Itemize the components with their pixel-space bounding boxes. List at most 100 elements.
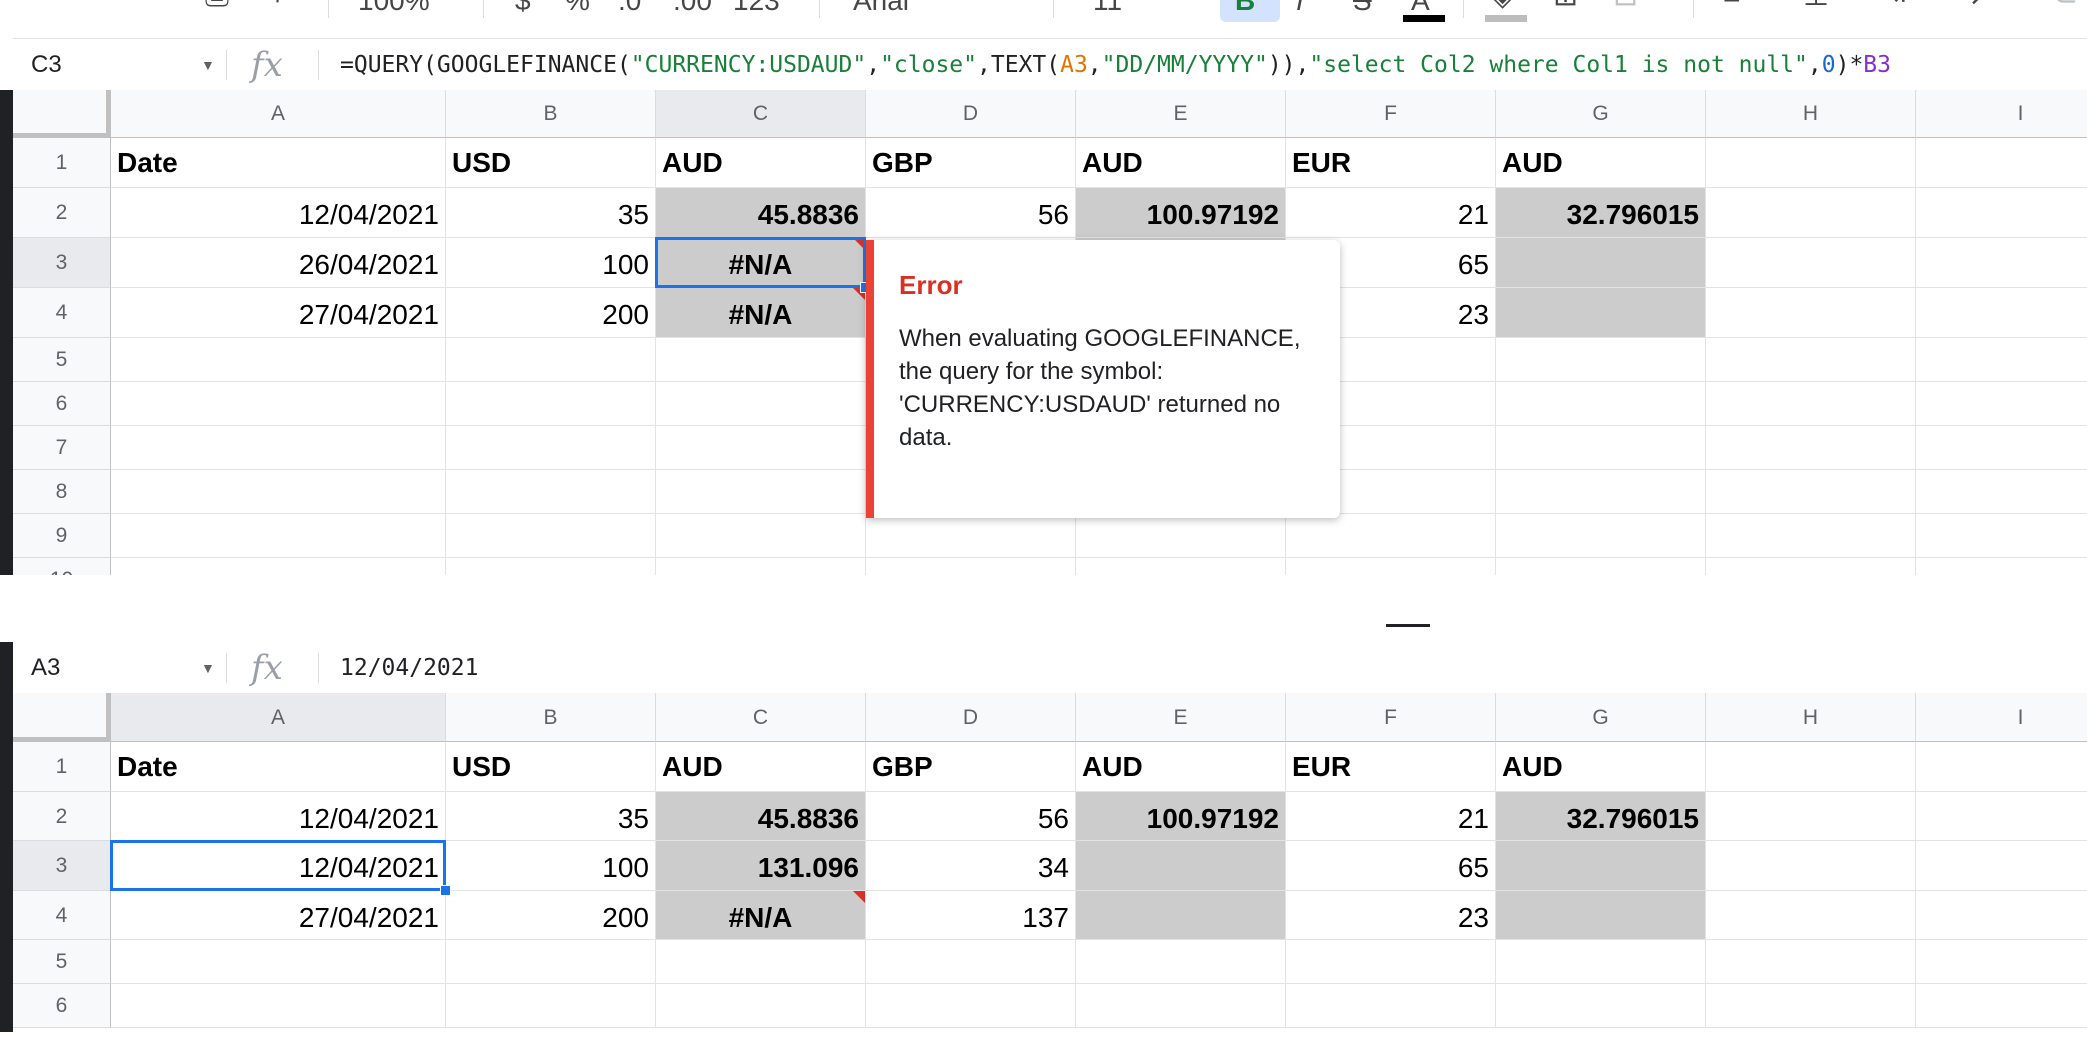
cell-b1[interactable]: USD: [446, 138, 656, 188]
decrease-decimal-button[interactable]: .0: [618, 0, 641, 16]
cell-g3[interactable]: [1496, 841, 1706, 891]
cell-c3[interactable]: #N/A: [656, 238, 866, 288]
column-header-e[interactable]: E: [1076, 90, 1286, 138]
cell-e2[interactable]: 100.97192: [1076, 792, 1286, 841]
column-header-c[interactable]: C: [656, 90, 866, 138]
cell-b3[interactable]: 100: [446, 238, 656, 288]
cell-a5[interactable]: [111, 940, 446, 984]
row-header-8[interactable]: 8: [13, 470, 111, 514]
cell-h1[interactable]: [1706, 138, 1916, 188]
select-all-corner[interactable]: [13, 90, 111, 138]
cell-a2[interactable]: 12/04/2021: [111, 188, 446, 238]
row-header-9[interactable]: 9: [13, 514, 111, 558]
cell-f9[interactable]: [1286, 514, 1496, 558]
column-header-i[interactable]: I: [1916, 693, 2087, 742]
bold-button[interactable]: B: [1235, 0, 1255, 16]
zoom-select[interactable]: 100%: [358, 0, 430, 16]
cell-a2[interactable]: 12/04/2021: [111, 792, 446, 841]
cell-g1[interactable]: AUD: [1496, 742, 1706, 792]
cell-b2[interactable]: 35: [446, 792, 656, 841]
cell-a8[interactable]: [111, 470, 446, 514]
cell-c9[interactable]: [656, 514, 866, 558]
cell-d5[interactable]: [866, 940, 1076, 984]
cell-f1[interactable]: EUR: [1286, 138, 1496, 188]
cell-c1[interactable]: AUD: [656, 138, 866, 188]
row-header-10[interactable]: 10: [13, 558, 111, 575]
cell-c4[interactable]: #N/A: [656, 288, 866, 338]
cell-a6[interactable]: [111, 984, 446, 1028]
cell-i3[interactable]: [1916, 841, 2087, 891]
cell-h10[interactable]: [1706, 558, 1916, 575]
cell-i2[interactable]: [1916, 792, 2087, 841]
cell-f4[interactable]: 23: [1286, 891, 1496, 940]
cell-g10[interactable]: [1496, 558, 1706, 575]
cell-e5[interactable]: [1076, 940, 1286, 984]
cell-e9[interactable]: [1076, 514, 1286, 558]
drag-handle[interactable]: [1386, 624, 1430, 627]
cell-i6[interactable]: [1916, 382, 2087, 426]
cell-g3[interactable]: [1496, 238, 1706, 288]
cell-g4[interactable]: [1496, 288, 1706, 338]
cell-i7[interactable]: [1916, 426, 2087, 470]
cell-c1[interactable]: AUD: [656, 742, 866, 792]
cell-h9[interactable]: [1706, 514, 1916, 558]
row-header-1[interactable]: 1: [13, 742, 111, 792]
italic-button[interactable]: I: [1296, 0, 1304, 16]
name-box[interactable]: A3: [31, 643, 60, 693]
cell-d9[interactable]: [866, 514, 1076, 558]
cell-c2[interactable]: 45.8836: [656, 188, 866, 238]
cell-a3[interactable]: 12/04/2021: [111, 841, 446, 891]
cell-a9[interactable]: [111, 514, 446, 558]
cell-g2[interactable]: 32.796015: [1496, 792, 1706, 841]
cell-a7[interactable]: [111, 426, 446, 470]
cell-g9[interactable]: [1496, 514, 1706, 558]
cell-d2[interactable]: 56: [866, 188, 1076, 238]
column-header-c[interactable]: C: [656, 693, 866, 742]
column-header-i[interactable]: I: [1916, 90, 2087, 138]
cell-i2[interactable]: [1916, 188, 2087, 238]
cell-a6[interactable]: [111, 382, 446, 426]
row-header-4[interactable]: 4: [13, 891, 111, 940]
cell-d3[interactable]: 34: [866, 841, 1076, 891]
cell-g5[interactable]: [1496, 338, 1706, 382]
cell-b3[interactable]: 100: [446, 841, 656, 891]
undo-icon[interactable]: ↶: [88, 0, 113, 14]
text-rotation-icon[interactable]: ↗: [1968, 0, 1993, 14]
strikethrough-button[interactable]: S: [1353, 0, 1372, 16]
cell-h5[interactable]: [1706, 940, 1916, 984]
cell-h6[interactable]: [1706, 984, 1916, 1028]
cell-f2[interactable]: 21: [1286, 188, 1496, 238]
percent-format-button[interactable]: %: [565, 0, 590, 16]
row-header-3[interactable]: 3: [13, 238, 111, 288]
cell-i5[interactable]: [1916, 940, 2087, 984]
cell-i9[interactable]: [1916, 514, 2087, 558]
column-header-d[interactable]: D: [866, 693, 1076, 742]
fill-handle[interactable]: [440, 885, 451, 896]
cell-a10[interactable]: [111, 558, 446, 575]
cell-c3[interactable]: 131.096: [656, 841, 866, 891]
cell-b5[interactable]: [446, 940, 656, 984]
cell-b7[interactable]: [446, 426, 656, 470]
cell-c6[interactable]: [656, 382, 866, 426]
column-header-g[interactable]: G: [1496, 693, 1706, 742]
cell-c6[interactable]: [656, 984, 866, 1028]
cell-i1[interactable]: [1916, 742, 2087, 792]
cell-i3[interactable]: [1916, 238, 2087, 288]
cell-c5[interactable]: [656, 940, 866, 984]
cell-h6[interactable]: [1706, 382, 1916, 426]
cell-b5[interactable]: [446, 338, 656, 382]
chevron-down-icon[interactable]: ▼: [201, 643, 215, 693]
cell-c7[interactable]: [656, 426, 866, 470]
print-icon[interactable]: ⎙: [205, 0, 229, 14]
row-header-4[interactable]: 4: [13, 288, 111, 338]
borders-icon[interactable]: ⊞: [1553, 0, 1578, 14]
cell-e1[interactable]: AUD: [1076, 138, 1286, 188]
cell-d1[interactable]: GBP: [866, 138, 1076, 188]
cell-a5[interactable]: [111, 338, 446, 382]
cell-b10[interactable]: [446, 558, 656, 575]
cell-h4[interactable]: [1706, 891, 1916, 940]
cell-h5[interactable]: [1706, 338, 1916, 382]
cell-d6[interactable]: [866, 984, 1076, 1028]
column-header-d[interactable]: D: [866, 90, 1076, 138]
name-box[interactable]: C3: [31, 40, 62, 90]
